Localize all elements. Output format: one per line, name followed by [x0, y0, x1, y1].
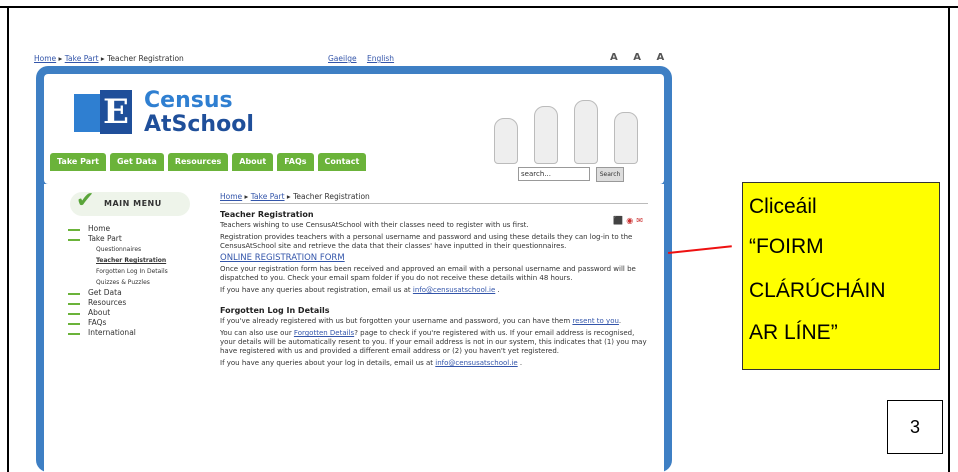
top-breadcrumb-home[interactable]: Home [34, 54, 56, 63]
nav-tab-faqs[interactable]: FAQs [277, 153, 314, 171]
forgotten-text: If you've already registered with us but… [220, 317, 573, 325]
hand-icon [574, 100, 598, 164]
queries-paragraph: If you have any queries about registrati… [220, 286, 648, 295]
main-menu: Home Take Part Questionnaires Teacher Re… [66, 224, 216, 338]
queries-suffix: . [495, 286, 500, 294]
online-registration-form-link[interactable]: ONLINE REGISTRATION FORM [220, 254, 648, 263]
intro-paragraph: Teachers wishing to use CensusAtSchool w… [220, 221, 529, 229]
frame-left-border [7, 6, 9, 472]
approval-paragraph: Once your registration form has been rec… [220, 265, 636, 282]
menu-subitem-forgotten-login[interactable]: Forgotten Log In Details [66, 266, 216, 277]
callout-line-4: AR LÍNE” [749, 321, 838, 344]
breadcrumb-take-part-link[interactable]: Take Part [251, 192, 285, 201]
logo-text-census: Census [144, 88, 233, 113]
menu-item-international[interactable]: International [66, 328, 216, 338]
menu-item-resources[interactable]: Resources [66, 298, 216, 308]
breadcrumb-current: Teacher Registration [293, 192, 370, 201]
hand-icon [614, 112, 638, 164]
registration-paragraph: Registration provides teachers with a pe… [220, 233, 633, 250]
main-menu-title: MAIN MENU [104, 199, 162, 208]
details-text: You can also use our [220, 329, 294, 337]
forgotten-details-link[interactable]: Forgotten Details [294, 329, 354, 337]
website-screenshot: Home ▸ Take Part ▸ Teacher Registration … [30, 50, 680, 472]
top-breadcrumb-take-part[interactable]: Take Part [65, 54, 99, 63]
menu-item-get-data[interactable]: Get Data [66, 288, 216, 298]
font-size-controls[interactable]: A A A [610, 52, 670, 63]
nav-tab-take-part[interactable]: Take Part [50, 153, 106, 171]
menu-subitem-questionnaires[interactable]: Questionnaires [66, 244, 216, 255]
top-breadcrumb: Home ▸ Take Part ▸ Teacher Registration [34, 54, 184, 63]
queries-text: If you have any queries about registrati… [220, 286, 413, 294]
nav-tab-contact[interactable]: Contact [317, 153, 367, 171]
forgotten-suffix: . [618, 317, 622, 325]
menu-subitem-teacher-registration[interactable]: Teacher Registration [66, 255, 216, 266]
frame-top-border [0, 0, 958, 8]
login-queries-suffix: . [517, 359, 523, 367]
logo-e-icon: E [100, 90, 132, 134]
instruction-callout: Cliceáil “FOIRM CLÁRÚCHÁIN AR LÍNE” [742, 182, 940, 370]
callout-line-3: CLÁRÚCHÁIN [749, 279, 886, 302]
top-breadcrumb-current: Teacher Registration [107, 54, 184, 63]
nav-tab-get-data[interactable]: Get Data [109, 153, 164, 171]
hand-icon [534, 106, 558, 164]
top-bar: Home ▸ Take Part ▸ Teacher Registration … [30, 52, 680, 66]
nav-tab-about[interactable]: About [232, 153, 274, 171]
lang-english-link[interactable]: English [367, 54, 394, 63]
menu-item-take-part[interactable]: Take Part [66, 234, 216, 244]
login-email-link[interactable]: info@censusatschool.ie [435, 359, 517, 367]
nav-tab-resources[interactable]: Resources [167, 153, 229, 171]
forgotten-details-paragraph: You can also use our Forgotten Details? … [220, 329, 648, 356]
callout-line-1: Cliceáil [749, 195, 817, 218]
email-link[interactable]: info@censusatschool.ie [413, 286, 495, 294]
menu-item-faqs[interactable]: FAQs [66, 318, 216, 328]
callout-line-2: “FOIRM [749, 235, 824, 258]
section-heading-registration: Teacher Registration [220, 210, 314, 219]
pdf-print-email-icons[interactable]: ⬛◉✉ [613, 216, 646, 225]
menu-item-about[interactable]: About [66, 308, 216, 318]
language-switch: Gaeilge English [328, 54, 394, 63]
menu-item-home[interactable]: Home [66, 224, 216, 234]
logo-text-atschool: AtSchool [144, 112, 254, 137]
green-check-icon: ✔ [76, 188, 95, 213]
frame-right-border [948, 6, 950, 472]
search-input[interactable]: search... [518, 167, 590, 181]
hand-icon [494, 118, 518, 164]
section-heading-forgotten: Forgotten Log In Details [220, 306, 330, 315]
menu-subitem-quizzes[interactable]: Quizzes & Puzzles [66, 277, 216, 288]
login-queries-paragraph: If you have any queries about your log i… [220, 359, 648, 368]
login-queries-text: If you have any queries about your log i… [220, 359, 436, 367]
raised-hands-image [484, 94, 654, 164]
lang-irish-link[interactable]: Gaeilge [328, 54, 357, 63]
content-breadcrumb: Home ▸ Take Part ▸ Teacher Registration [220, 192, 648, 204]
main-menu-header: ✔ MAIN MENU [70, 188, 190, 216]
main-content: Home ▸ Take Part ▸ Teacher Registration … [220, 192, 648, 371]
main-nav: Take Part Get Data Resources About FAQs Conta… [50, 149, 370, 171]
search-button[interactable]: Search [596, 167, 624, 182]
breadcrumb-home-link[interactable]: Home [220, 192, 242, 201]
content-area: ✔ MAIN MENU Home Take Part Questionnaire… [44, 184, 664, 472]
forgotten-paragraph: If you've already registered with us but… [220, 317, 648, 326]
resent-link[interactable]: resent to you [572, 317, 619, 325]
page-number: 3 [887, 400, 943, 454]
census-logo-icon[interactable]: E [74, 90, 134, 138]
